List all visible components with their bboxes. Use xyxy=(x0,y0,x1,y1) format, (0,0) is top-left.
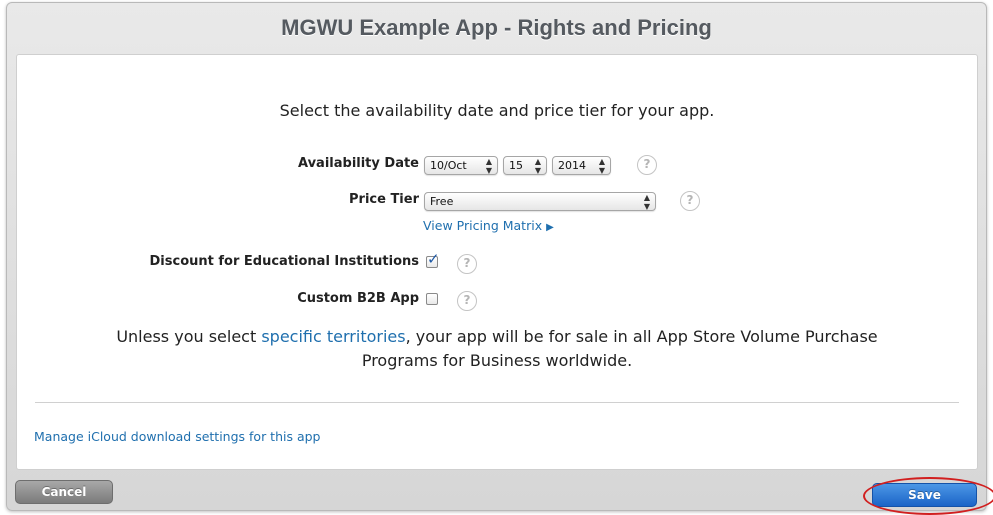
availability-date-label: Availability Date xyxy=(297,156,419,171)
rights-pricing-dialog: MGWU Example App - Rights and Pricing Se… xyxy=(6,2,993,515)
select-arrows-icon: ▲ ▼ xyxy=(485,157,492,175)
play-arrow-icon: ▶ xyxy=(546,222,554,233)
view-pricing-matrix-link[interactable]: View Pricing Matrix ▶ xyxy=(423,218,554,233)
specific-territories-link[interactable]: specific territories xyxy=(261,327,405,346)
price-tier-value: Free xyxy=(430,195,454,208)
checkmark-icon: ✓ xyxy=(427,250,440,268)
save-highlight-ring xyxy=(863,477,993,515)
availability-year-select[interactable]: 2014 ▲ ▼ xyxy=(552,156,611,175)
availability-month-value: 10/Oct xyxy=(430,159,467,172)
availability-month-select[interactable]: 10/Oct ▲ ▼ xyxy=(424,156,498,175)
intro-text: Select the availability date and price t… xyxy=(279,101,715,120)
price-tier-help-icon[interactable]: ? xyxy=(680,191,700,211)
availability-year-value: 2014 xyxy=(558,159,586,172)
cancel-button[interactable]: Cancel xyxy=(15,480,113,504)
custom-b2b-help-icon[interactable]: ? xyxy=(457,291,477,311)
discount-label: Discount for Educational Institutions xyxy=(149,254,420,269)
view-pricing-matrix-label: View Pricing Matrix xyxy=(423,218,543,233)
dialog-title: MGWU Example App - Rights and Pricing xyxy=(281,15,712,40)
custom-b2b-label: Custom B2B App xyxy=(297,291,419,306)
availability-day-value: 15 xyxy=(509,159,523,172)
select-arrows-icon: ▲ ▼ xyxy=(598,157,605,175)
manage-icloud-link[interactable]: Manage iCloud download settings for this… xyxy=(34,429,321,444)
territories-notice: Unless you select specific territories, … xyxy=(17,325,977,373)
price-tier-label: Price Tier xyxy=(349,192,419,207)
price-tier-select[interactable]: Free ▲ ▼ xyxy=(424,192,656,211)
notice-text-before: Unless you select xyxy=(116,327,262,346)
notice-text-line2: Programs for Business worldwide. xyxy=(361,351,633,370)
availability-day-select[interactable]: 15 ▲ ▼ xyxy=(503,156,547,175)
availability-help-icon[interactable]: ? xyxy=(637,155,657,175)
discount-help-icon[interactable]: ? xyxy=(457,254,477,274)
custom-b2b-checkbox[interactable] xyxy=(426,293,438,305)
select-arrows-icon: ▲ ▼ xyxy=(534,157,541,175)
discount-checkbox[interactable]: ✓ xyxy=(426,250,440,268)
select-arrows-icon: ▲ ▼ xyxy=(643,193,650,211)
content-panel: Select the availability date and price t… xyxy=(16,54,978,470)
section-divider xyxy=(35,402,959,403)
notice-text-after: , your app will be for sale in all App S… xyxy=(405,327,878,346)
